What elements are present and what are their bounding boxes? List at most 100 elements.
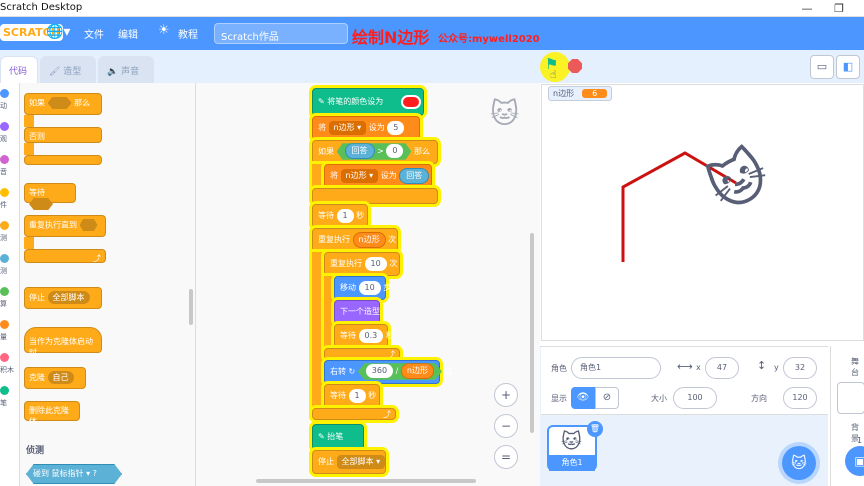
loop-arrow-icon: ⤴ <box>324 348 400 360</box>
maximize-button[interactable]: ❐ <box>824 0 854 17</box>
category-label[interactable]: 音 <box>0 167 7 177</box>
wait-short-block[interactable]: 等待 0.3 秒 <box>334 324 394 348</box>
category-label[interactable]: 测 <box>0 233 7 243</box>
turn-right-block[interactable]: 右转 ↻ 360 / n边形 度 <box>324 360 453 384</box>
category-label[interactable]: 算 <box>0 299 7 309</box>
x-arrows-icon: ⟷ <box>677 360 693 373</box>
set-variable-answer-block[interactable]: 将 n边形 ▾ 设为 回答 <box>324 164 432 188</box>
x-input[interactable]: 47 <box>705 357 739 379</box>
script-horizontal-scrollbar[interactable] <box>256 479 476 483</box>
y-input[interactable]: 32 <box>783 357 817 379</box>
sprite-name-input[interactable]: 角色1 <box>571 357 661 379</box>
loop-arrow-icon: ⤴ <box>24 249 106 263</box>
size-label: 大小 <box>651 394 667 403</box>
repeat-inner-block[interactable]: 重复执行 10 次 <box>324 252 400 276</box>
large-stage-button[interactable]: ◧ <box>836 55 860 79</box>
c-block-arm <box>24 237 34 249</box>
category-label[interactable]: 测 <box>0 266 7 276</box>
c-block-arm <box>24 115 34 127</box>
category-dot[interactable] <box>0 89 9 98</box>
script-area[interactable]: 🐱 ✎ 将笔的颜色设为 将 n边形 ▾ 设为 5 如果 回答 > 0 那么 将 … <box>196 83 540 486</box>
category-dot[interactable] <box>0 386 9 395</box>
tab-sounds[interactable]: 🔈 声音 <box>98 56 154 83</box>
category-dot[interactable] <box>0 122 9 131</box>
brush-icon: 🖌 <box>49 67 64 77</box>
script-vertical-scrollbar[interactable] <box>530 233 534 433</box>
delete-sprite-icon[interactable]: 🗑 <box>587 421 603 437</box>
category-label[interactable]: 笔 <box>0 398 7 408</box>
palette-stop-block[interactable]: 停止 全部脚本 <box>24 287 102 309</box>
tab-costumes[interactable]: 🖌 造型 <box>40 56 96 83</box>
loop-arrow-icon: ⤴ <box>312 408 396 420</box>
show-eye-icon[interactable]: 👁 <box>571 387 595 409</box>
pen-down-block[interactable]: ✎ 抬笔 <box>312 424 364 450</box>
category-dot[interactable] <box>0 320 9 329</box>
tab-code[interactable]: 代码 <box>0 56 38 83</box>
repeat-outer-block[interactable]: 重复执行 n边形 次 <box>312 228 398 252</box>
zoom-out-button[interactable]: − <box>494 414 518 438</box>
zoom-reset-button[interactable]: = <box>494 445 518 469</box>
menu-edit[interactable]: 编辑 <box>118 26 138 41</box>
set-pen-color-block[interactable]: ✎ 将笔的颜色设为 <box>312 88 424 116</box>
stage-canvas[interactable]: 🐱 <box>541 84 864 341</box>
add-sprite-button[interactable]: 🐱 <box>782 446 816 480</box>
category-label[interactable]: 件 <box>0 200 7 210</box>
repeat-inner-arm <box>324 276 334 348</box>
add-backdrop-button[interactable]: ▣ <box>845 446 864 476</box>
palette-scrollbar[interactable] <box>189 289 193 325</box>
palette-if-then-block[interactable]: 如果 那么 <box>24 93 102 115</box>
move-steps-block[interactable]: 移动 10 步 <box>334 276 391 300</box>
minimize-button[interactable]: — <box>792 0 822 17</box>
category-label[interactable]: 积木 <box>0 365 14 375</box>
category-label[interactable]: 动 <box>0 101 7 111</box>
category-label[interactable]: 观 <box>0 134 7 144</box>
sprite-thumbnail-name: 角色1 <box>549 455 595 471</box>
category-dot[interactable] <box>0 221 9 230</box>
stop-all-block[interactable]: 停止 全部脚本 ▾ <box>312 450 386 474</box>
if-block[interactable]: 如果 回答 > 0 那么 <box>312 140 438 164</box>
palette-clone-block[interactable]: 克隆 自己 <box>24 367 86 389</box>
direction-input[interactable]: 120 <box>783 387 817 409</box>
sprite-thumbnail[interactable]: 🐱 角色1 🗑 <box>547 421 603 471</box>
next-costume-block[interactable]: 下一个造型 <box>334 300 380 324</box>
cursor-hand-icon: ☝ <box>550 68 557 81</box>
x-label: x <box>696 363 701 372</box>
palette-clone-start-block[interactable]: 当作为克隆体启动时 <box>24 327 102 357</box>
palette-wait-until-block[interactable]: 等待 <box>24 183 76 210</box>
pen-color-swatch[interactable] <box>401 95 421 109</box>
menu-file[interactable]: 文件 <box>84 26 104 41</box>
if-arm <box>312 164 324 188</box>
stage-label: 舞台 <box>851 357 859 377</box>
category-dot[interactable] <box>0 353 9 362</box>
y-label: y <box>774 363 779 372</box>
wait-after-turn-block[interactable]: 等待 1 秒 <box>324 384 380 408</box>
stage-selector[interactable]: 舞台 背景 1 ▣ <box>830 346 864 486</box>
category-label[interactable]: 量 <box>0 332 7 342</box>
wait-block[interactable]: 等待 1 秒 <box>312 204 368 228</box>
category-dot[interactable] <box>0 287 9 296</box>
window-title-bar: Scratch Desktop — ❐ <box>0 0 864 17</box>
category-dot[interactable] <box>0 188 9 197</box>
sensing-header: 侦测 <box>26 446 45 456</box>
sprite-ghost-icon: 🐱 <box>490 97 520 130</box>
size-input[interactable]: 100 <box>673 387 717 409</box>
palette-if-else-block[interactable]: 否则 <box>24 127 102 143</box>
palette-repeat-until-block[interactable]: 重复执行直到 <box>24 215 106 237</box>
category-dot[interactable] <box>0 254 9 263</box>
backdrops-count: 1 <box>857 436 863 445</box>
set-variable-block[interactable]: 将 n边形 ▾ 设为 5 <box>312 116 420 140</box>
hide-eye-icon[interactable]: ⊘ <box>595 387 619 409</box>
globe-icon[interactable]: 🌐▾ <box>46 24 70 40</box>
project-title-input[interactable]: Scratch作品 <box>214 23 348 44</box>
small-stage-button[interactable]: ▭ <box>810 55 834 79</box>
repeat-outer-arm <box>312 252 324 416</box>
rotate-cw-icon: ↻ <box>348 367 356 376</box>
stop-sign-icon[interactable] <box>568 59 582 73</box>
menu-tutorials[interactable]: 教程 <box>178 26 198 41</box>
palette-delete-clone-block[interactable]: 删除此克隆体 <box>24 401 80 426</box>
palette-touching-block[interactable]: 碰到 鼠标指针 ▾ ? <box>26 464 122 484</box>
zoom-in-button[interactable]: + <box>494 383 518 407</box>
stage-thumbnail[interactable] <box>837 382 864 414</box>
category-dot[interactable] <box>0 155 9 164</box>
lightbulb-icon[interactable]: ☀ <box>158 23 170 38</box>
